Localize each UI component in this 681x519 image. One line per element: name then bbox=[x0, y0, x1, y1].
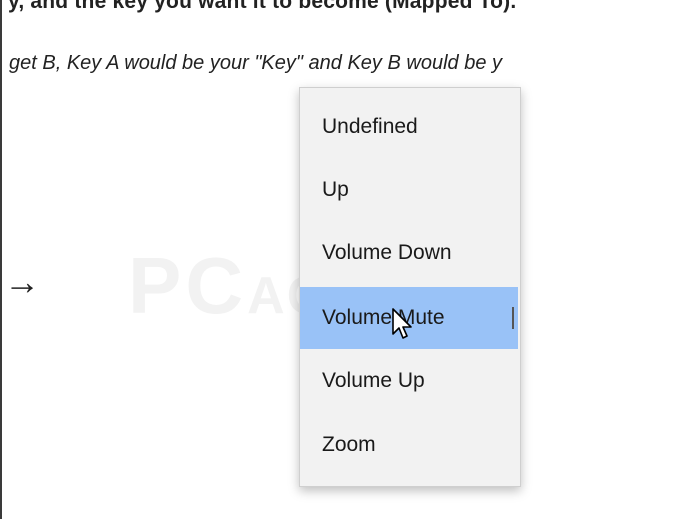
dropdown-option-up[interactable]: Up bbox=[300, 159, 518, 221]
option-label: Volume Mute bbox=[322, 306, 445, 329]
mapping-dropdown-list[interactable]: Undefined Up Volume Down Volume Mute Vol… bbox=[299, 87, 521, 487]
dropdown-option-volume-up[interactable]: Volume Up bbox=[300, 350, 518, 412]
option-label: Zoom bbox=[322, 433, 376, 456]
option-label: Volume Up bbox=[322, 369, 425, 392]
mouse-pointer-icon bbox=[392, 308, 412, 339]
right-arrow-icon: → bbox=[4, 261, 40, 302]
option-label: Volume Down bbox=[322, 241, 452, 264]
dropdown-option-volume-down[interactable]: Volume Down bbox=[300, 222, 518, 284]
dropdown-option-zoom[interactable]: Zoom bbox=[300, 414, 518, 476]
page: y, and the key you want it to become (Ma… bbox=[0, 0, 681, 519]
left-border bbox=[0, 0, 2, 519]
selection-indicator bbox=[512, 307, 514, 329]
article-italic-line: get B, Key A would be your "Key" and Key… bbox=[9, 52, 502, 74]
watermark-big: PC bbox=[128, 241, 248, 330]
option-label: Up bbox=[322, 178, 349, 201]
dropdown-option-undefined[interactable]: Undefined bbox=[300, 96, 518, 158]
option-label: Undefined bbox=[322, 115, 418, 138]
article-top-line: y, and the key you want it to become (Ma… bbox=[8, 0, 517, 13]
